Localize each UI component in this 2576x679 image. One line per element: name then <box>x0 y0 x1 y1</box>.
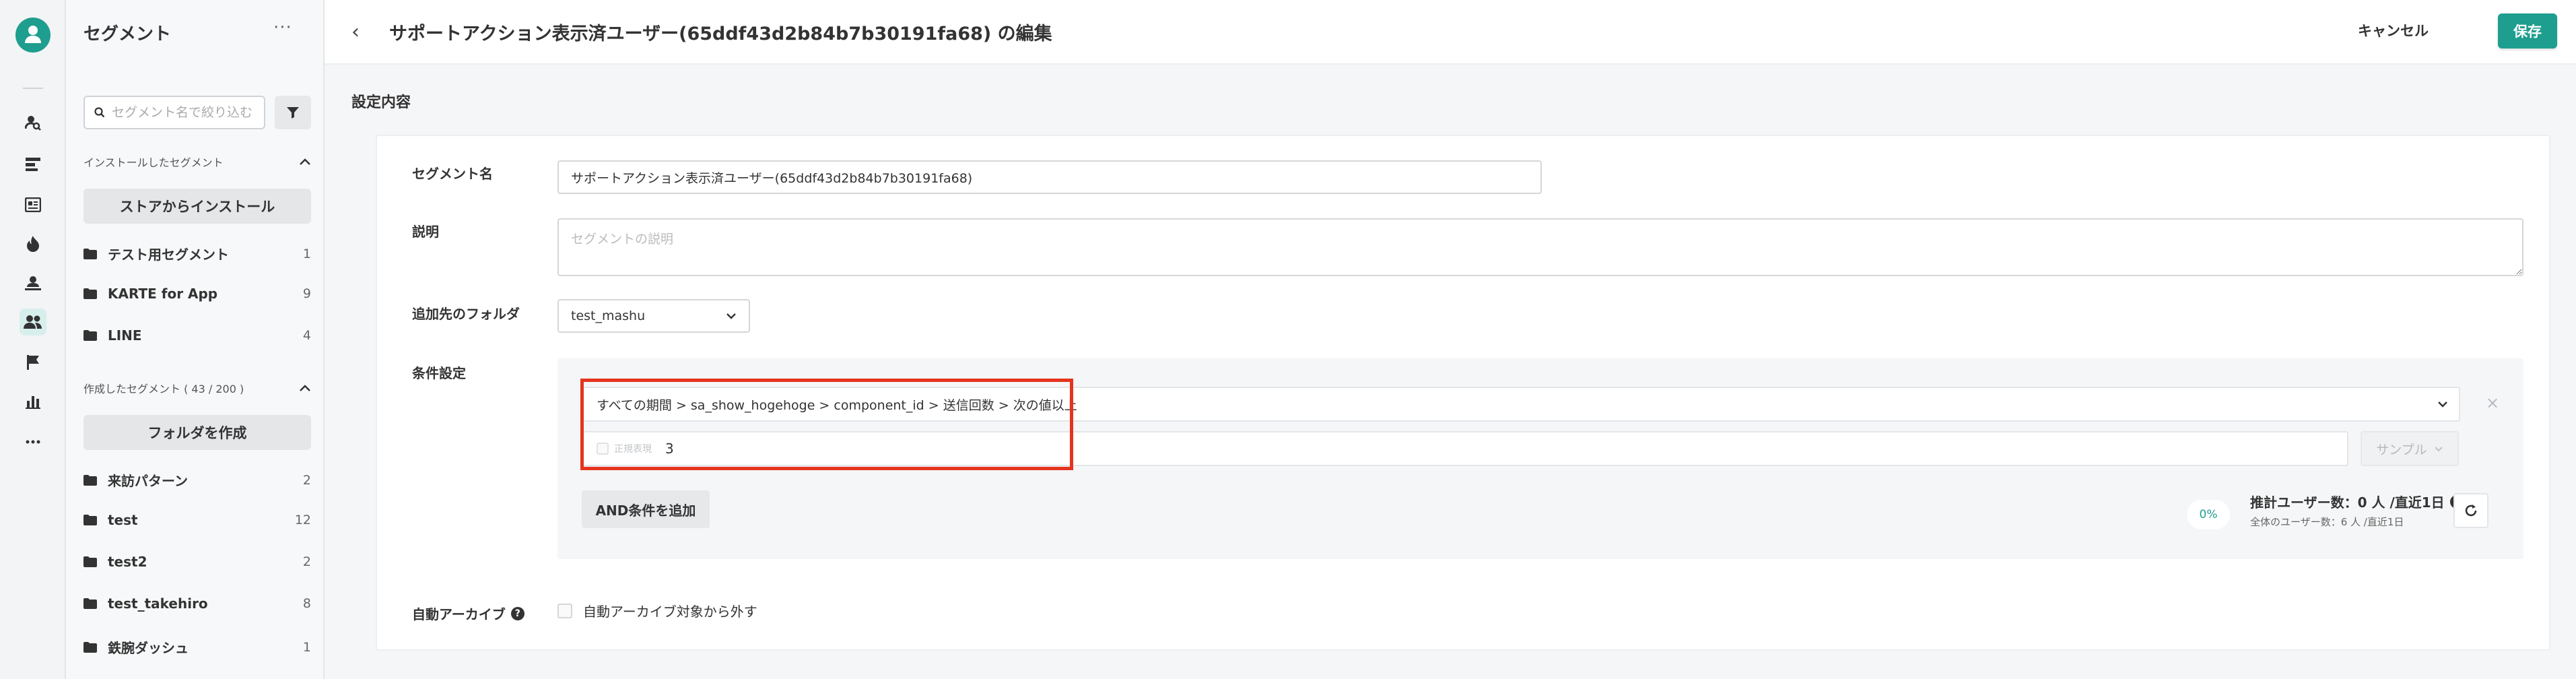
folder-count: 2 <box>302 554 311 569</box>
user-upload-icon[interactable] <box>20 269 46 296</box>
panel-more-button[interactable]: ··· <box>273 18 292 38</box>
filter-icon <box>287 107 299 119</box>
condition-label: 条件設定 <box>412 365 466 381</box>
panel-title: セグメント <box>83 24 172 44</box>
refresh-button[interactable] <box>2453 493 2488 528</box>
folder-icon <box>83 641 98 653</box>
chevron-up-icon <box>300 158 310 165</box>
report-icon[interactable] <box>20 191 46 218</box>
flag-icon[interactable] <box>20 349 46 376</box>
sample-button-label: サンプル <box>2376 442 2427 457</box>
chevron-up-icon <box>300 385 310 391</box>
folder-label: 追加先のフォルダ <box>412 306 520 322</box>
folder-item[interactable]: テスト用セグメント 1 <box>83 244 311 263</box>
folder-icon <box>83 556 98 567</box>
create-folder-button[interactable]: フォルダを作成 <box>83 415 311 450</box>
bar-chart-icon[interactable] <box>20 388 46 415</box>
cancel-button[interactable]: キャンセル <box>2358 20 2429 40</box>
condition-box: すべての期間 > sa_show_hogehoge > component_id… <box>557 358 2523 559</box>
user-avatar-icon[interactable] <box>15 18 50 53</box>
folder-icon <box>83 598 98 609</box>
folder-item[interactable]: 来訪パターン 2 <box>83 470 311 490</box>
folder-icon <box>83 330 98 341</box>
segment-name-label: セグメント名 <box>412 166 493 182</box>
folder-item[interactable]: test2 2 <box>83 554 311 570</box>
auto-archive-label-text: 自動アーカイブ <box>412 606 506 622</box>
folder-name: テスト用セグメント <box>108 247 229 263</box>
folder-item[interactable]: test 12 <box>83 512 311 528</box>
install-from-store-button[interactable]: ストアからインストール <box>83 189 311 224</box>
folder-count: 4 <box>302 328 311 343</box>
folder-name: test_takehiro <box>108 595 208 612</box>
remove-condition-icon[interactable]: × <box>2486 393 2499 412</box>
folder-count: 1 <box>302 639 311 655</box>
page-header: ‹ サポートアクション表示済ユーザー(65ddf43d2b84b7b30191f… <box>325 0 2576 65</box>
filter-button[interactable] <box>275 96 311 129</box>
dashboard-icon[interactable] <box>20 151 46 178</box>
description-label: 説明 <box>412 224 439 240</box>
icon-rail <box>0 0 66 679</box>
segment-panel: セグメント ··· インストールしたセグメント ストアからインストール テスト用… <box>66 0 325 679</box>
page-title: サポートアクション表示済ユーザー(65ddf43d2b84b7b30191fa6… <box>389 24 1052 44</box>
folder-name: KARTE for App <box>108 286 218 302</box>
rail-divider <box>23 88 43 89</box>
more-icon[interactable] <box>20 428 46 455</box>
folder-count: 1 <box>302 246 311 261</box>
folder-name: test <box>108 512 138 528</box>
created-section-header[interactable]: 作成したセグメント ( 43 / 200 ) <box>83 380 311 396</box>
settings-card: セグメント名 説明 追加先のフォルダ test_mashu 条件設定 すべての期… <box>376 135 2550 651</box>
percent-indicator: 0% <box>2187 500 2230 529</box>
folder-icon <box>83 248 98 259</box>
folder-count: 8 <box>302 596 311 611</box>
folder-select[interactable]: test_mashu <box>557 299 750 333</box>
sample-button: サンプル <box>2361 431 2459 466</box>
folder-name: test2 <box>108 554 147 570</box>
folder-icon <box>83 515 98 525</box>
folder-item[interactable]: test_takehiro 8 <box>83 595 311 612</box>
segment-name-input[interactable] <box>557 160 1542 194</box>
save-button[interactable]: 保存 <box>2498 13 2557 48</box>
folder-select-value: test_mashu <box>571 309 646 323</box>
folder-count: 2 <box>302 472 311 488</box>
search-icon <box>94 107 105 118</box>
auto-archive-checkbox[interactable] <box>557 603 572 618</box>
installed-section-label: インストールしたセグメント <box>83 156 224 169</box>
auto-archive-option[interactable]: 自動アーカイブ対象から外す <box>557 601 757 620</box>
segment-users-icon[interactable] <box>20 309 46 335</box>
help-icon[interactable]: ? <box>510 606 524 620</box>
created-section-label: 作成したセグメント ( 43 / 200 ) <box>83 383 244 395</box>
chevron-down-icon <box>726 313 736 319</box>
segment-search-input[interactable] <box>112 105 253 120</box>
total-users: 全体のユーザー数：6 人 /直近1日 <box>2250 516 2404 528</box>
description-textarea[interactable] <box>557 218 2523 276</box>
folder-count: 9 <box>302 286 311 301</box>
folder-icon <box>83 474 98 486</box>
folder-item[interactable]: 鉄腕ダッシュ 1 <box>83 637 311 657</box>
estimate-users-text: 推計ユーザー数：0 人 /直近1日 <box>2250 494 2445 511</box>
highlight-box <box>580 379 1073 470</box>
section-title: 設定内容 <box>351 94 411 111</box>
folder-name: LINE <box>108 327 142 344</box>
installed-section-header[interactable]: インストールしたセグメント <box>83 154 311 170</box>
estimate-users: 推計ユーザー数：0 人 /直近1日 ? <box>2250 492 2464 511</box>
user-search-icon[interactable] <box>20 109 46 136</box>
fire-icon[interactable] <box>20 230 46 257</box>
add-and-condition-button[interactable]: AND条件を追加 <box>582 490 710 528</box>
folder-item[interactable]: LINE 4 <box>83 327 311 344</box>
main-content: ‹ サポートアクション表示済ユーザー(65ddf43d2b84b7b30191f… <box>325 0 2576 679</box>
segment-search <box>83 96 265 129</box>
refresh-icon <box>2465 505 2477 517</box>
auto-archive-option-label: 自動アーカイブ対象から外す <box>583 604 757 620</box>
back-button[interactable]: ‹ <box>351 20 360 44</box>
folder-icon <box>83 288 98 299</box>
folder-name: 来訪パターン <box>108 473 188 489</box>
folder-item[interactable]: KARTE for App 9 <box>83 286 311 302</box>
chevron-down-icon <box>2434 446 2443 452</box>
auto-archive-label: 自動アーカイブ ? <box>412 604 524 623</box>
chevron-down-icon <box>2438 401 2447 408</box>
folder-name: 鉄腕ダッシュ <box>108 640 189 656</box>
folder-count: 12 <box>294 513 311 527</box>
